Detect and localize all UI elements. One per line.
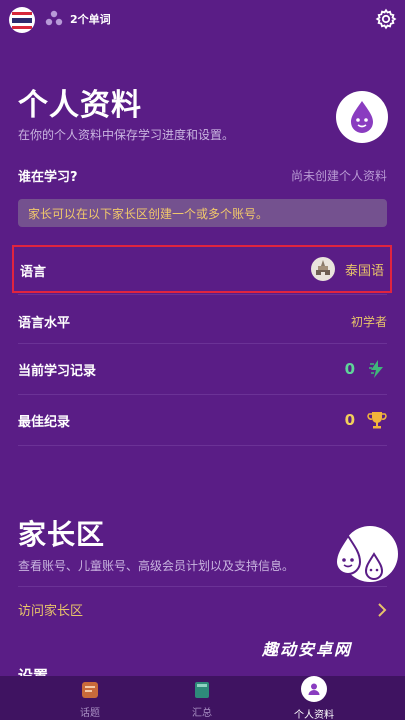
word-count-label: 2个单词: [70, 13, 111, 26]
who-learning-value: 尚未创建个人资料: [290, 169, 387, 183]
chevron-right-icon: [378, 602, 387, 617]
best-record-value: 0: [344, 411, 355, 429]
parent-child-mascot-icon: [334, 526, 398, 582]
nav-profile[interactable]: 个人资料: [274, 676, 354, 720]
language-row[interactable]: 语言 泰国语: [12, 245, 392, 293]
nav-topics-label: 话题: [80, 708, 100, 719]
streak-row: 当前学习记录 0: [18, 359, 387, 379]
nav-topics[interactable]: 话题: [50, 680, 130, 719]
profile-icon: [301, 676, 327, 702]
best-record-row: 最佳纪录 0: [18, 410, 387, 430]
page-title: 个人资料: [18, 88, 142, 123]
watermark-text: 趣动安卓网: [262, 640, 353, 659]
lightning-icon: [369, 360, 383, 378]
nav-summary[interactable]: 汇总: [162, 680, 242, 719]
level-label: 语言水平: [18, 316, 71, 331]
language-label: 语言: [20, 265, 47, 280]
streak-label: 当前学习记录: [18, 363, 97, 379]
word-count-chip[interactable]: 2个单词: [44, 8, 111, 30]
best-record-label: 最佳纪录: [18, 414, 71, 430]
bottom-navigation: 话题 汇总 个人资料: [0, 676, 405, 720]
page-subtitle: 在你的个人资料中保存学习进度和设置。: [18, 128, 235, 142]
temple-icon: [310, 257, 335, 281]
who-learning-label: 谁在学习?: [18, 170, 78, 185]
top-bar: 2个单词: [0, 0, 405, 40]
nav-profile-label: 个人资料: [294, 710, 334, 720]
visit-parents-label: 访问家长区: [18, 604, 84, 619]
words-icon: [45, 10, 63, 26]
nav-summary-label: 汇总: [192, 708, 212, 719]
who-learning-row[interactable]: 谁在学习? 尚未创建个人资料: [18, 166, 387, 185]
gear-icon[interactable]: [375, 8, 397, 30]
parents-title: 家长区: [18, 518, 106, 551]
parent-notice: 家长可以在以下家长区创建一个或多个账号。: [18, 199, 387, 227]
level-value: 初学者: [350, 315, 387, 329]
streak-value: 0: [344, 360, 355, 378]
divider: [18, 343, 387, 344]
trophy-icon: [367, 412, 387, 429]
topics-icon: [82, 682, 98, 698]
divider: [18, 394, 387, 395]
divider: [18, 294, 387, 295]
thai-flag-icon[interactable]: [9, 7, 35, 33]
divider: [18, 586, 387, 587]
mascot-icon: [336, 91, 388, 143]
divider: [18, 445, 387, 446]
visit-parents-row[interactable]: 访问家长区: [18, 600, 387, 619]
level-row[interactable]: 语言水平 初学者: [18, 312, 387, 331]
language-value: 泰国语: [344, 263, 384, 279]
parents-subtitle: 查看账号、儿童账号、高级会员计划以及支持信息。: [18, 559, 295, 573]
notebook-icon: [195, 682, 209, 698]
